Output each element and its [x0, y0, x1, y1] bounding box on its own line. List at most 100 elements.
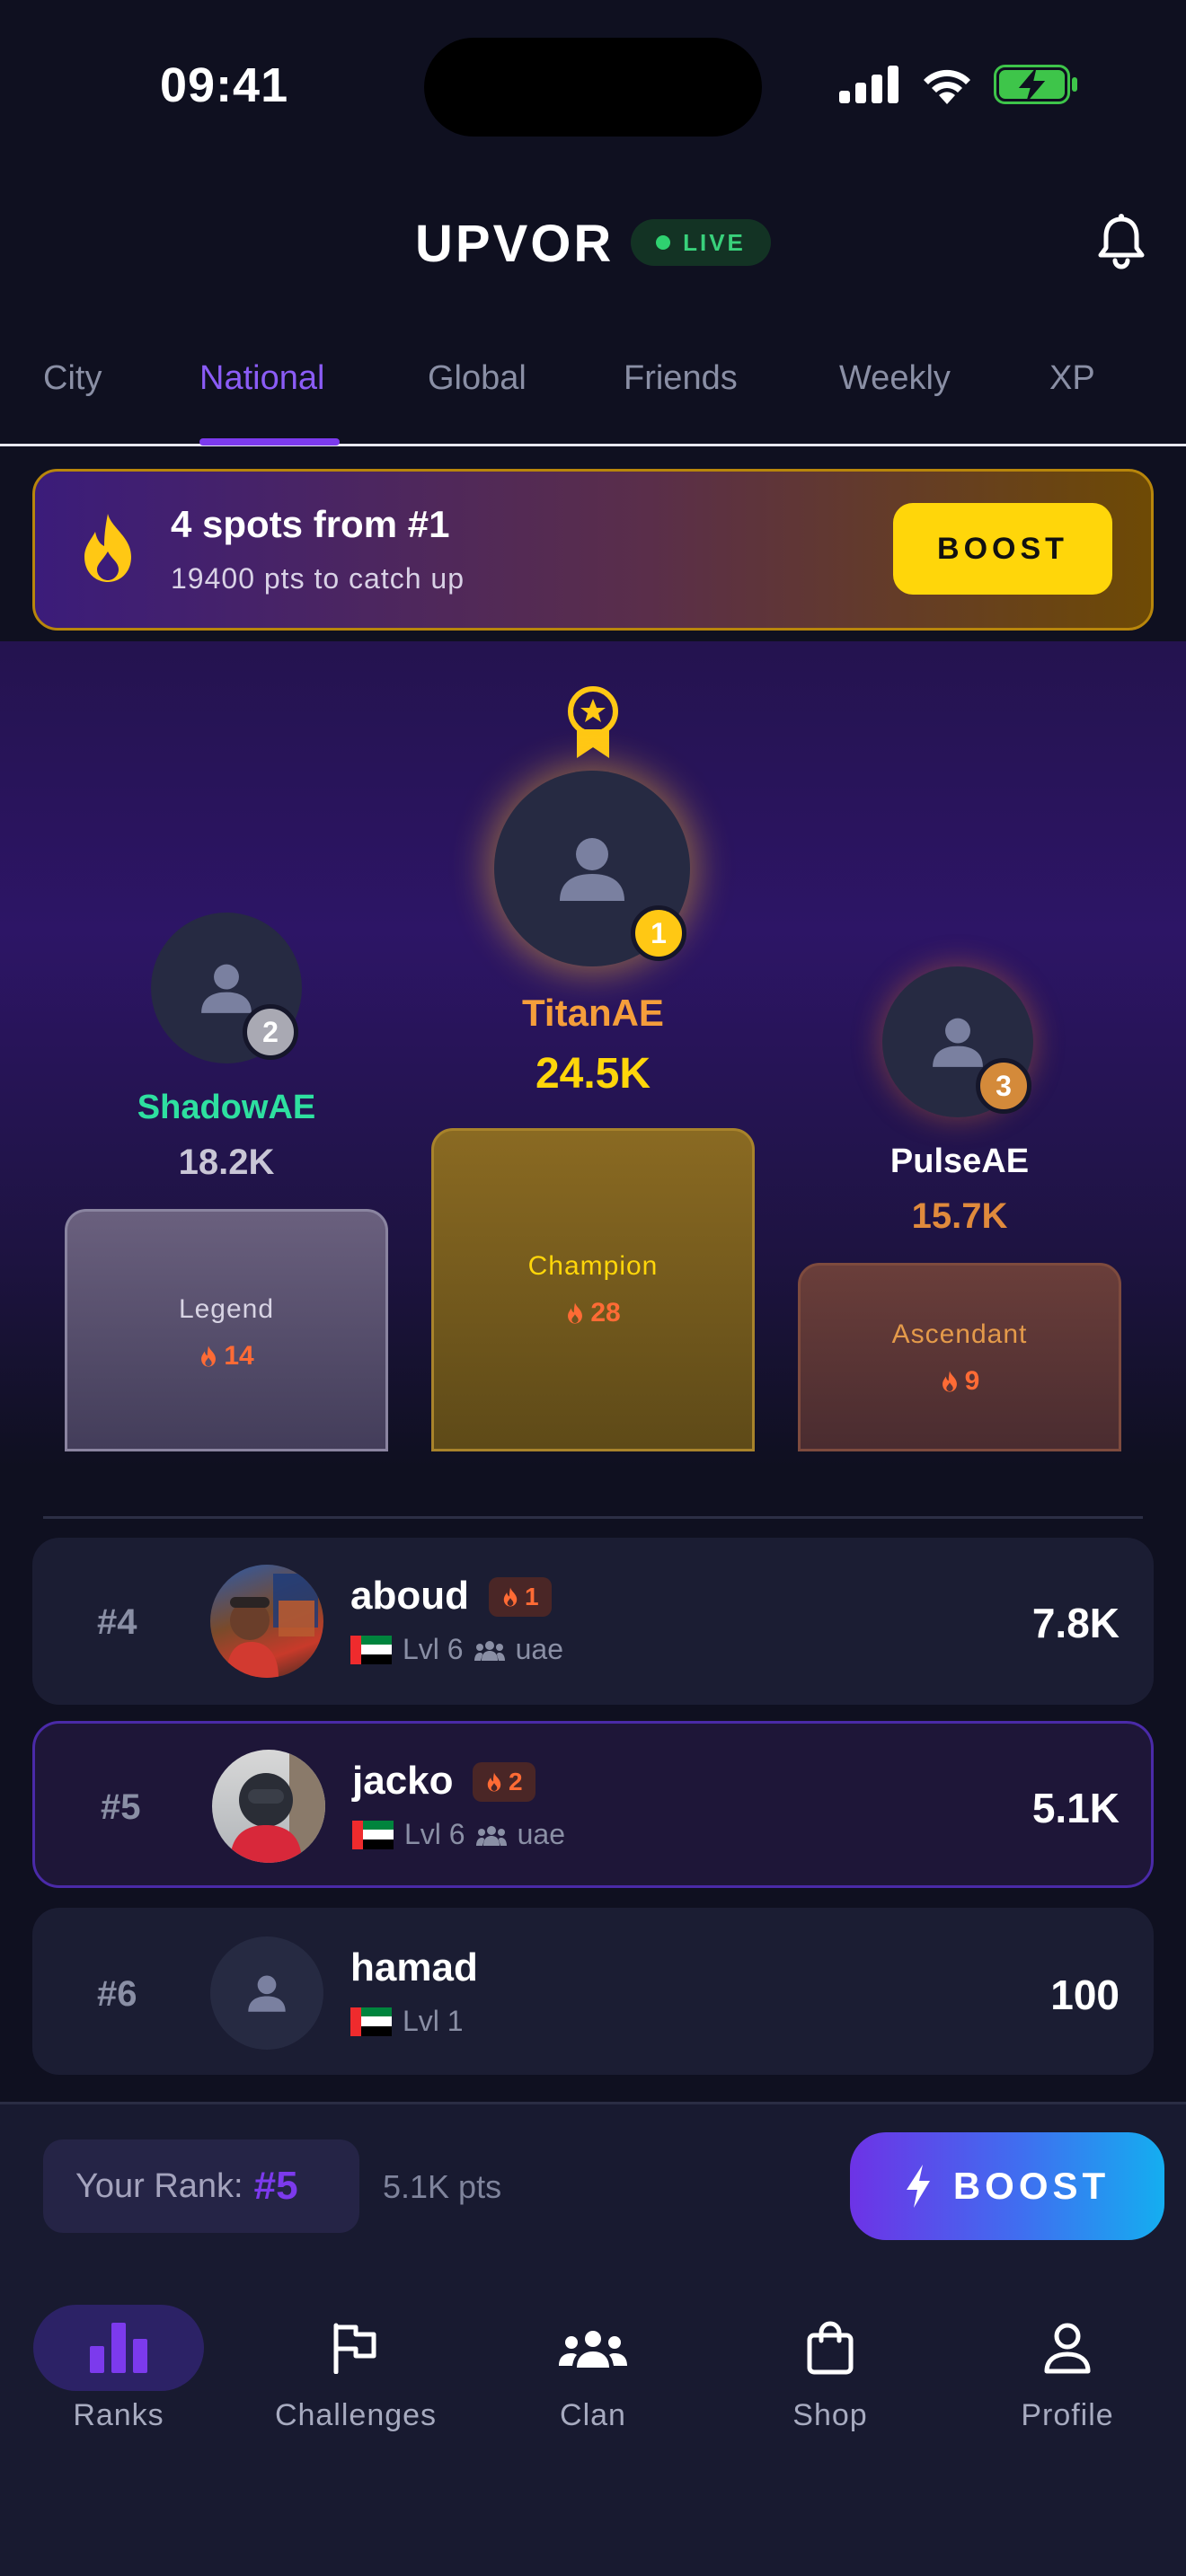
rank-badge-2: 2 — [243, 1004, 298, 1060]
user-score: 7.8K — [1031, 1600, 1120, 1646]
status-time: 09:41 — [160, 58, 289, 112]
user-icon — [560, 838, 624, 901]
shopping-bag-icon — [807, 2321, 854, 2375]
second-place-name: ShadowAE — [137, 1089, 316, 1126]
user-score: 100 — [1050, 1972, 1120, 2018]
uae-flag-icon — [350, 2007, 392, 2036]
nav-shop-icon-wrap — [745, 2305, 916, 2391]
user-meta: Lvl 6 uae — [350, 1633, 563, 1666]
dynamic-island — [424, 38, 762, 137]
tabs-divider — [0, 444, 1186, 446]
flame-icon — [487, 1772, 501, 1792]
user-avatar[interactable] — [210, 1936, 323, 2050]
user-icon — [201, 964, 252, 1013]
live-badge: LIVE — [631, 219, 771, 266]
streak-count: 9 — [940, 1366, 980, 1397]
user-name: aboud — [350, 1574, 469, 1618]
live-dot-icon — [656, 235, 671, 250]
row-rank: #5 — [101, 1787, 141, 1827]
tier-label: Ascendant — [891, 1319, 1028, 1349]
tab-friends[interactable]: Friends — [624, 359, 738, 398]
bar-chart-icon — [90, 2323, 147, 2373]
user-score: 5.1K — [1031, 1785, 1120, 1831]
streak-value: 9 — [964, 1366, 980, 1396]
user-meta: Lvl 1 — [350, 2005, 464, 2038]
streak-value: 14 — [224, 1341, 254, 1371]
nav-profile[interactable]: Profile — [960, 2305, 1175, 2433]
banner-title: 4 spots from #1 — [171, 503, 450, 545]
boost-button[interactable]: BOOST — [850, 2132, 1164, 2240]
nav-challenges[interactable]: Challenges — [248, 2305, 464, 2433]
rank-badge-1: 1 — [631, 905, 686, 961]
flame-icon — [942, 1371, 957, 1392]
nav-label: Ranks — [73, 2398, 164, 2432]
battery-charging-icon — [994, 65, 1077, 104]
cellular-signal-icon — [839, 66, 898, 103]
user-level: Lvl 6 — [403, 1633, 464, 1665]
nav-challenges-icon-wrap — [270, 2305, 441, 2391]
streak-badge: 2 — [473, 1762, 535, 1802]
row-rank: #6 — [97, 1974, 137, 2014]
your-rank-pill: Your Rank: #5 — [43, 2139, 359, 2233]
award-ribbon-icon — [568, 686, 618, 758]
user-avatar[interactable] — [212, 1750, 325, 1863]
tab-xp[interactable]: XP — [1049, 359, 1095, 398]
first-place-name: TitanAE — [522, 992, 664, 1034]
uae-flag-icon — [350, 1635, 392, 1664]
row-rank: #4 — [97, 1602, 137, 1642]
user-avatar[interactable] — [210, 1565, 323, 1678]
boost-label: BOOST — [952, 2165, 1111, 2207]
flame-icon — [84, 514, 131, 582]
avatar-photo — [230, 1750, 325, 1863]
uae-flag-icon — [352, 1820, 394, 1849]
user-clan: uae — [517, 1818, 565, 1850]
rank-badge-3: 3 — [976, 1058, 1031, 1114]
avatar-photo — [226, 1574, 318, 1678]
tab-weekly[interactable]: Weekly — [839, 359, 951, 398]
third-place-podium: Ascendant 9 — [798, 1263, 1121, 1451]
user-icon — [933, 1018, 983, 1067]
lightning-icon — [906, 2165, 930, 2208]
nav-profile-icon-wrap — [982, 2305, 1153, 2391]
user-icon — [248, 1975, 286, 2012]
nav-ranks[interactable]: Ranks — [11, 2305, 226, 2433]
flame-icon — [503, 1587, 518, 1607]
user-level: Lvl 1 — [403, 2005, 464, 2037]
group-icon — [475, 1825, 507, 1846]
third-place-name: PulseAE — [890, 1142, 1030, 1180]
tab-national[interactable]: National — [199, 359, 324, 398]
streak-badge: 1 — [489, 1577, 552, 1617]
nav-clan[interactable]: Clan — [485, 2305, 701, 2433]
your-points: 5.1K pts — [383, 2168, 502, 2205]
bell-icon[interactable] — [1096, 214, 1146, 271]
wifi-icon — [924, 69, 970, 104]
streak-count: 14 — [199, 1341, 254, 1372]
flame-icon — [568, 1302, 583, 1324]
your-rank-label: Your Rank: — [75, 2166, 243, 2205]
tier-label: Legend — [178, 1294, 275, 1324]
tab-city[interactable]: City — [43, 359, 102, 398]
flag-icon — [333, 2323, 376, 2374]
flame-icon — [201, 1345, 217, 1367]
nav-ranks-icon-wrap — [33, 2305, 204, 2391]
banner-boost-button[interactable]: BOOST — [893, 503, 1112, 595]
user-name: hamad — [350, 1945, 478, 1989]
tier-label: Champion — [527, 1251, 659, 1281]
first-place-podium: Champion 28 — [431, 1128, 755, 1451]
person-icon — [1044, 2323, 1091, 2374]
user-level: Lvl 6 — [404, 1818, 465, 1850]
streak-value: 1 — [525, 1583, 539, 1610]
nav-label: Shop — [792, 2398, 868, 2432]
nav-label: Profile — [1021, 2398, 1114, 2432]
nav-shop[interactable]: Shop — [722, 2305, 938, 2433]
tab-global[interactable]: Global — [428, 359, 527, 398]
user-meta: Lvl 6 uae — [352, 1818, 565, 1851]
nav-label: Clan — [560, 2398, 626, 2432]
active-tab-indicator — [199, 438, 340, 446]
status-icons — [839, 63, 1078, 106]
live-label: LIVE — [683, 228, 746, 256]
banner-subtitle: 19400 pts to catch up — [171, 562, 465, 595]
first-place-score: 24.5K — [535, 1050, 651, 1098]
your-rank-value: #5 — [253, 2164, 298, 2208]
streak-count: 28 — [565, 1298, 621, 1328]
